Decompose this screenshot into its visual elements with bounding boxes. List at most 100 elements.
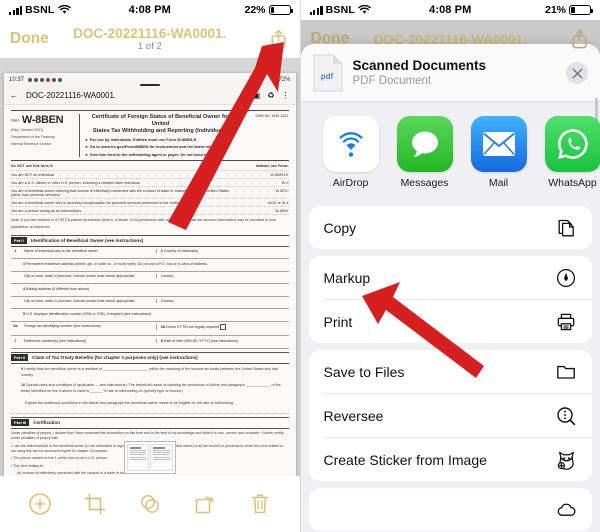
- inner-clock-label: 10:37: [9, 76, 25, 83]
- action-row-print[interactable]: Print: [309, 300, 593, 343]
- delete-button[interactable]: [245, 489, 275, 519]
- thumbnail-page-1: [126, 444, 150, 471]
- field-number: 4: [23, 286, 25, 291]
- mail-tile: [470, 116, 527, 172]
- action-row-markup[interactable]: Markup: [309, 256, 593, 299]
- status-bar: BSNL 4:08 PM 21%: [300, 0, 600, 20]
- field-number-secondary: 2: [160, 249, 163, 254]
- action-row-copy[interactable]: Copy: [309, 206, 593, 249]
- battery-percent-label: 21%: [544, 4, 566, 16]
- globe-icon: [272, 77, 277, 82]
- status-bar-right: 21%: [544, 4, 593, 16]
- ftin-checkbox[interactable]: [220, 324, 227, 331]
- action-label: Copy: [323, 219, 357, 236]
- app-icon: [34, 77, 39, 82]
- fatca-note: Note: If you are resident in a FATCA par…: [11, 218, 277, 229]
- editor-bottom-area: [0, 441, 300, 532]
- share-target-airdrop[interactable]: AirDrop: [322, 116, 379, 189]
- part-2-line: Explain the additional conditions in the…: [11, 397, 289, 409]
- share-target-label: Messages: [400, 177, 449, 189]
- share-button[interactable]: [268, 27, 290, 51]
- share-target-whatsapp[interactable]: WhatsApp: [544, 116, 600, 189]
- inner-nav-actions: ▣ ♻ ⋮: [253, 91, 290, 100]
- viewport-top-gutter: [0, 58, 300, 73]
- field-label-secondary: 6b Check if FTIN not legally required: [155, 324, 289, 331]
- scanned-page[interactable]: 10:37 72% ← DOC-20221116-WA0001. ▣ ♻ ⋮ F…: [4, 73, 296, 476]
- line-text: I certify that the beneficial owner is a…: [21, 366, 278, 378]
- part-2-badge: Part II: [11, 354, 29, 362]
- w8ben-form: Form W-8BEN (Rev. October 2021) Departme…: [4, 105, 296, 476]
- action-label: Reversee: [323, 407, 384, 424]
- instead-use-header: Instead, use Form:: [255, 163, 289, 168]
- line-text: Special rates and conditions (if applica…: [21, 383, 281, 394]
- thumbnail-strip[interactable]: [0, 441, 300, 474]
- share-icon: [571, 29, 587, 49]
- share-targets-row[interactable]: AirDrop Messages Mail WhatsApp: [300, 102, 600, 199]
- field-number-secondary: 6b: [160, 325, 165, 330]
- field-label-secondary: 8 Date of birth (MM-DD-YYYY) (see instru…: [155, 338, 289, 343]
- form-field-row: 3 Permanent residence address (street, a…: [11, 259, 289, 272]
- action-row-save-to-files[interactable]: Save to Files: [309, 350, 593, 393]
- scan-icon[interactable]: ▣: [253, 91, 261, 100]
- field-label: City or town, state or province. Include…: [24, 274, 136, 279]
- crop-button[interactable]: [80, 489, 110, 519]
- field-label-secondary: 2 Country of citizenship: [155, 249, 289, 254]
- copy-icon: [555, 217, 577, 239]
- part-2-title: Claim of Tax Treaty Benefits (for chapte…: [32, 355, 198, 361]
- document-viewport[interactable]: 10:37 72% ← DOC-20221116-WA0001. ▣ ♻ ⋮ F…: [0, 58, 300, 476]
- back-arrow-icon[interactable]: ←: [10, 91, 18, 100]
- twitter-icon: [52, 77, 57, 82]
- inner-battery-label: 72%: [278, 76, 291, 83]
- filters-button[interactable]: [135, 489, 165, 519]
- field-number: 1: [14, 249, 17, 254]
- share-button[interactable]: [568, 27, 590, 51]
- action-row-create-sticker[interactable]: Create Sticker from Image: [309, 438, 593, 481]
- document-header: Done DOC-20221116-WA0001. 1 of 2: [0, 20, 300, 58]
- part-2-line: 10 Special rates and conditions (if appl…: [11, 380, 289, 396]
- field-label-secondary: Country: [155, 274, 289, 279]
- condition-text: You are a beneficial owner claiming that…: [11, 188, 229, 197]
- action-label: Create Sticker from Image: [323, 451, 487, 468]
- action-group-copy: Copy: [308, 206, 593, 249]
- condition-code: W-8ECI: [275, 188, 289, 193]
- form-field-row: 7 Reference number(s) (see instructions)…: [11, 336, 289, 349]
- file-subtitle: PDF Document: [352, 75, 432, 87]
- markup-pen-icon: [555, 267, 577, 289]
- field-label: Foreign tax identifying number (see inst…: [24, 324, 101, 329]
- add-page-button[interactable]: [25, 489, 55, 519]
- rotate-button[interactable]: [190, 489, 220, 519]
- condition-text: You are NOT an individual: [11, 172, 54, 177]
- done-button[interactable]: Done: [10, 30, 49, 48]
- share-target-mail[interactable]: Mail: [470, 116, 527, 189]
- done-button[interactable]: Done: [311, 30, 350, 48]
- part-3-badge: Part III: [11, 419, 30, 427]
- reverse-search-icon: [555, 405, 577, 427]
- form-omb-number: OMB No. 1545-1621: [255, 114, 289, 118]
- thumbnail-page-2: [150, 444, 173, 471]
- field-label: City or town, state or province. Include…: [24, 299, 136, 304]
- form-department: Department of the Treasury: [11, 135, 55, 140]
- form-field-row: City or town, state or province. Include…: [11, 272, 289, 285]
- field-number: 3: [23, 261, 25, 266]
- status-bar: BSNL 4:08 PM 22%: [0, 0, 300, 20]
- whatsapp-icon: [557, 129, 588, 160]
- share-target-messages[interactable]: Messages: [396, 116, 453, 189]
- action-row-reversee[interactable]: Reversee: [309, 394, 593, 437]
- page-thumbnail[interactable]: [123, 441, 176, 474]
- share-target-label: WhatsApp: [548, 177, 597, 189]
- share-icon: [271, 29, 286, 49]
- form-header-center: Certificate of Foreign Status of Benefic…: [80, 114, 242, 157]
- form-prefix: Form: [11, 117, 20, 123]
- field-label-secondary: Country: [155, 299, 289, 304]
- field-label: Permanent residence address (street, apt…: [26, 261, 208, 266]
- part-3-header: Part III Certification: [11, 416, 289, 429]
- close-button[interactable]: [566, 62, 588, 84]
- form-title-line-2: States Tax Withholding and Reporting (In…: [92, 128, 229, 134]
- sticker-cat-icon: [555, 449, 577, 471]
- action-row-partial[interactable]: [309, 488, 593, 531]
- status-bar-right: 22%: [244, 4, 293, 16]
- recycle-icon[interactable]: ♻: [267, 91, 274, 100]
- part-1-title: Identification of Beneficial Owner (see …: [31, 238, 144, 244]
- cloud-icon: [555, 499, 577, 521]
- overflow-menu-icon[interactable]: ⋮: [282, 91, 290, 100]
